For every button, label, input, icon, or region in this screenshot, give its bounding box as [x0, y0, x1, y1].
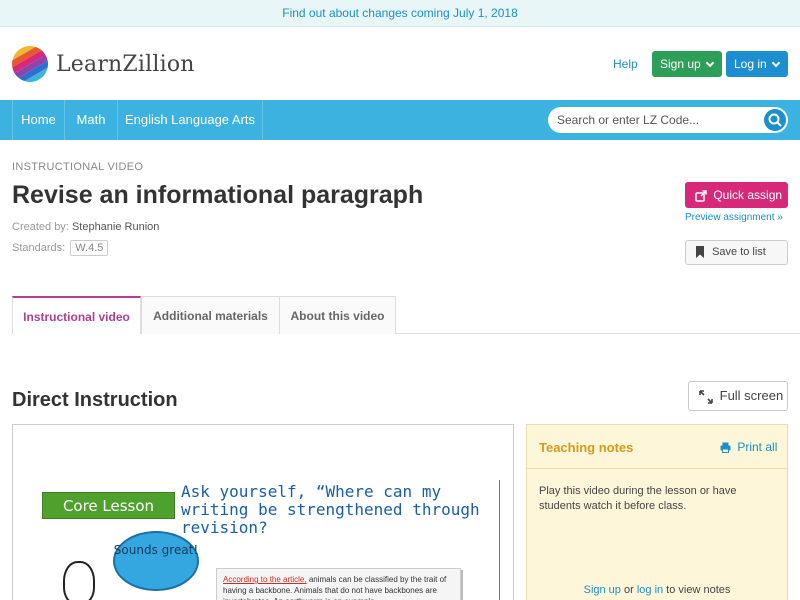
nav-item-home[interactable]: Home [12, 100, 65, 140]
chevron-down-icon [705, 58, 714, 68]
video-divider [499, 480, 500, 600]
created-by-row: Created by: Stephanie Runion [12, 221, 159, 233]
teaching-notes-footer: Sign up or log in to view notes [527, 584, 787, 596]
article-highlight: According to the article, [223, 575, 307, 584]
preview-assignment-link[interactable]: Preview assignment » [685, 212, 783, 223]
speech-bubble-text: Sounds great! [113, 543, 199, 557]
teaching-notes-header: Teaching notes Print all [527, 425, 787, 469]
speech-bubble [113, 531, 199, 591]
content-type-label: INSTRUCTIONAL VIDEO [12, 161, 144, 173]
main-nav: Home Math English Language Arts [0, 100, 800, 140]
core-lesson-tag: Core Lesson [42, 492, 175, 519]
video-player[interactable]: Core Lesson Ask yourself, “Where can my … [12, 424, 514, 600]
quick-assign-label: Quick assign [713, 188, 783, 202]
video-prompt-text: Ask yourself, “Where can my writing be s… [181, 482, 480, 537]
announcement-text[interactable]: Find out about changes coming July 1, 20… [282, 6, 518, 20]
teaching-notes-panel: Teaching notes Print all Play this video… [526, 424, 788, 600]
teaching-notes-body: Play this video during the lesson or hav… [539, 485, 737, 512]
print-all-label: Print all [737, 440, 778, 454]
sign-up-button[interactable]: Sign up [652, 51, 722, 77]
nav-item-math[interactable]: Math [65, 100, 118, 140]
announcement-banner[interactable]: Find out about changes coming July 1, 20… [0, 0, 800, 27]
log-in-label: Log in [734, 57, 767, 71]
tab-instructional-video[interactable]: Instructional video [12, 296, 141, 334]
chevron-down-icon [771, 58, 780, 68]
standard-tag[interactable]: W.4.5 [70, 240, 109, 256]
quick-assign-button[interactable]: Quick assign [685, 182, 788, 208]
section-title: Direct Instruction [12, 389, 178, 411]
article-excerpt: According to the article, animals can be… [216, 568, 461, 600]
tab-about-this-video[interactable]: About this video [279, 296, 396, 334]
notes-log-in-link[interactable]: log in [637, 584, 663, 596]
save-to-list-label: Save to list [712, 246, 766, 258]
nav-item-ela[interactable]: English Language Arts [118, 100, 263, 140]
standards-row: Standards: W.4.5 [12, 240, 109, 256]
logo-stripes-icon[interactable] [12, 46, 48, 82]
notes-view-text: to view notes [663, 584, 731, 596]
share-icon [695, 190, 707, 202]
bookmark-icon [696, 246, 704, 259]
author-name: Stephanie Runion [71, 221, 160, 233]
full-screen-button[interactable]: Full screen [688, 381, 788, 411]
tab-additional-materials[interactable]: Additional materials [141, 296, 280, 334]
print-all-button[interactable]: Print all [720, 440, 777, 454]
notes-sign-up-link[interactable]: Sign up [584, 584, 621, 596]
notes-or-text: or [620, 584, 637, 596]
standards-label: Standards: [12, 242, 66, 254]
created-by-label: Created by: [12, 221, 69, 233]
printer-icon [720, 442, 731, 454]
full-screen-label: Full screen [719, 388, 784, 403]
sign-up-label: Sign up [660, 57, 701, 71]
save-to-list-button[interactable]: Save to list [685, 240, 788, 265]
teaching-notes-title: Teaching notes [539, 440, 634, 455]
site-header: LearnZillion Help Sign up Log in [0, 27, 800, 100]
expand-icon [699, 389, 713, 404]
help-link[interactable]: Help [613, 57, 638, 71]
logo-wordmark[interactable]: LearnZillion [56, 52, 195, 77]
search-icon [768, 113, 782, 127]
character-doodle [63, 561, 95, 600]
search-input[interactable] [548, 107, 788, 133]
search-button[interactable] [764, 109, 786, 131]
page-title: Revise an informational paragraph [12, 181, 424, 209]
log-in-button[interactable]: Log in [726, 51, 788, 77]
